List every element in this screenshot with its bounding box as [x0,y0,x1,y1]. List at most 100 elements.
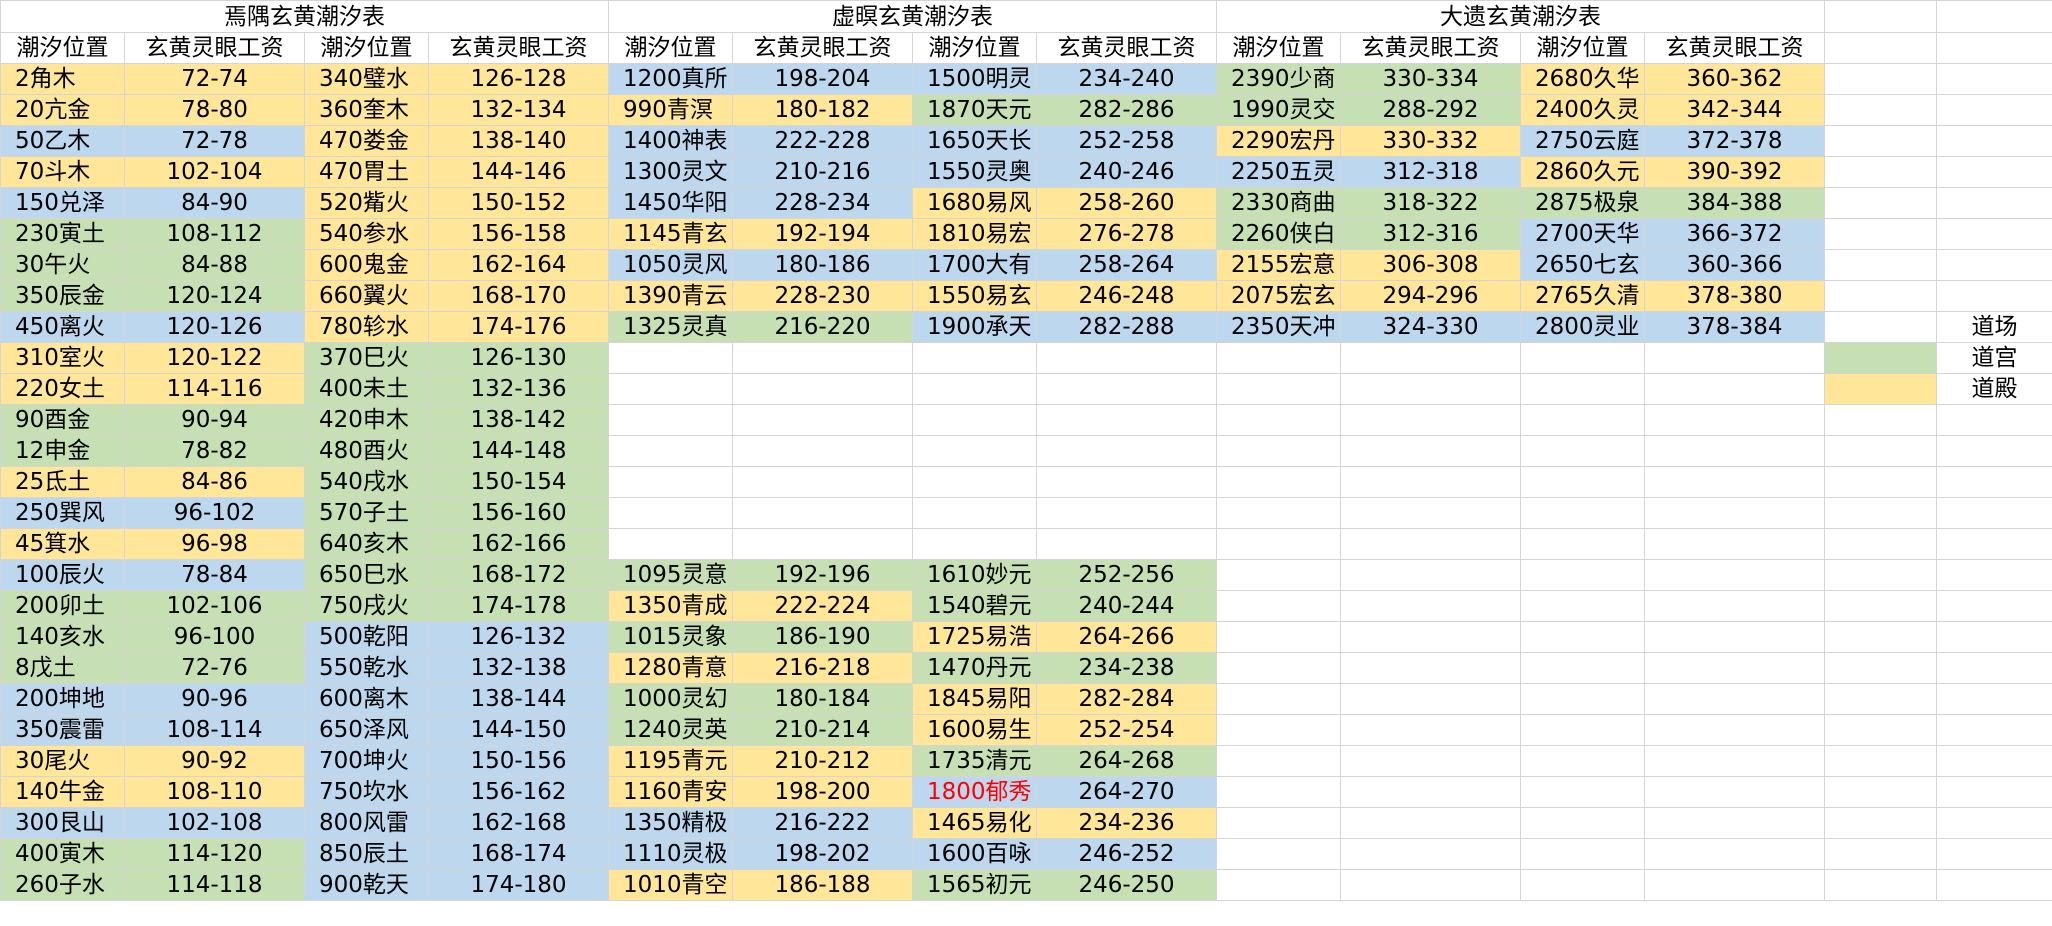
empty-cell[interactable] [1936,683,2052,715]
tide-position-cell[interactable]: 2700天华 [1520,218,1645,250]
empty-cell[interactable] [1824,590,1937,622]
empty-cell[interactable] [1824,869,1937,901]
eye-wage-cell[interactable]: 390-392 [1644,156,1825,188]
eye-wage-cell[interactable]: 84-88 [124,249,305,281]
eye-wage-cell[interactable]: 240-246 [1036,156,1217,188]
eye-wage-cell[interactable]: 210-214 [732,714,913,746]
empty-cell[interactable] [1824,125,1937,157]
tide-position-cell[interactable] [1520,714,1645,746]
tide-position-cell[interactable]: 260子水 [0,869,125,901]
eye-wage-cell[interactable]: 90-94 [124,404,305,436]
header-tide-position[interactable]: 潮汐位置 [1520,32,1645,64]
tide-position-cell[interactable]: 470胃土 [304,156,429,188]
eye-wage-cell[interactable] [1340,404,1521,436]
eye-wage-cell[interactable] [1340,590,1521,622]
empty-cell[interactable] [1936,838,2052,870]
eye-wage-cell[interactable] [1036,373,1217,405]
tide-position-cell[interactable]: 50乙木 [0,125,125,157]
tide-position-cell[interactable]: 1280青意 [608,652,733,684]
tide-position-cell[interactable]: 12申金 [0,435,125,467]
eye-wage-cell[interactable] [1340,466,1521,498]
tide-position-cell[interactable] [1520,497,1645,529]
tide-position-cell[interactable]: 1810易宏 [912,218,1037,250]
tide-position-cell[interactable]: 420申木 [304,404,429,436]
tide-position-cell[interactable] [608,435,733,467]
header-tide-position[interactable]: 潮汐位置 [1216,32,1341,64]
eye-wage-cell[interactable] [1644,559,1825,591]
eye-wage-cell[interactable]: 108-110 [124,776,305,808]
tide-position-cell[interactable] [912,466,1037,498]
tide-position-cell[interactable]: 1870天元 [912,94,1037,126]
eye-wage-cell[interactable]: 132-134 [428,94,609,126]
tide-position-cell[interactable] [1520,838,1645,870]
eye-wage-cell[interactable]: 90-96 [124,683,305,715]
eye-wage-cell[interactable] [1036,528,1217,560]
tide-position-cell[interactable]: 1400神表 [608,125,733,157]
tide-position-cell[interactable]: 370巳火 [304,342,429,374]
header-eye-wage[interactable]: 玄黄灵眼工资 [1644,32,1825,64]
eye-wage-cell[interactable]: 114-118 [124,869,305,901]
tide-position-cell[interactable] [1520,373,1645,405]
eye-wage-cell[interactable]: 138-142 [428,404,609,436]
tide-position-cell[interactable]: 2290宏丹 [1216,125,1341,157]
eye-wage-cell[interactable]: 276-278 [1036,218,1217,250]
tide-position-cell[interactable]: 1015灵象 [608,621,733,653]
tide-position-cell[interactable]: 2650七玄 [1520,249,1645,281]
eye-wage-cell[interactable]: 108-112 [124,218,305,250]
empty-cell[interactable] [1824,0,1937,33]
eye-wage-cell[interactable] [1340,807,1521,839]
tide-position-cell[interactable]: 140亥水 [0,621,125,653]
eye-wage-cell[interactable]: 114-120 [124,838,305,870]
eye-wage-cell[interactable]: 150-154 [428,466,609,498]
eye-wage-cell[interactable] [732,528,913,560]
eye-wage-cell[interactable] [1644,342,1825,374]
tide-position-cell[interactable]: 480酉火 [304,435,429,467]
tide-position-cell[interactable] [1216,466,1341,498]
eye-wage-cell[interactable]: 288-292 [1340,94,1521,126]
tide-position-cell[interactable]: 1650天长 [912,125,1037,157]
tide-position-cell[interactable]: 2400久灵 [1520,94,1645,126]
eye-wage-cell[interactable]: 168-172 [428,559,609,591]
eye-wage-cell[interactable] [1644,466,1825,498]
tide-position-cell[interactable] [1520,404,1645,436]
tide-position-cell[interactable] [1216,528,1341,560]
eye-wage-cell[interactable]: 378-380 [1644,280,1825,312]
eye-wage-cell[interactable]: 246-250 [1036,869,1217,901]
eye-wage-cell[interactable]: 72-74 [124,63,305,95]
header-eye-wage[interactable]: 玄黄灵眼工资 [732,32,913,64]
eye-wage-cell[interactable]: 234-238 [1036,652,1217,684]
eye-wage-cell[interactable] [1036,342,1217,374]
tide-position-cell[interactable]: 1725易浩 [912,621,1037,653]
tide-position-cell[interactable]: 1735清元 [912,745,1037,777]
tide-position-cell[interactable]: 650巳水 [304,559,429,591]
empty-cell[interactable] [1824,776,1937,808]
eye-wage-cell[interactable]: 216-218 [732,652,913,684]
eye-wage-cell[interactable] [1340,373,1521,405]
eye-wage-cell[interactable]: 108-114 [124,714,305,746]
table-title-dayi[interactable]: 大遗玄黄潮汐表 [1216,0,1825,33]
eye-wage-cell[interactable] [1644,776,1825,808]
eye-wage-cell[interactable] [1340,683,1521,715]
tide-position-cell[interactable] [1216,497,1341,529]
tide-position-cell[interactable]: 90酉金 [0,404,125,436]
eye-wage-cell[interactable]: 360-366 [1644,249,1825,281]
tide-position-cell[interactable]: 2680久华 [1520,63,1645,95]
eye-wage-cell[interactable]: 198-202 [732,838,913,870]
tide-position-cell[interactable]: 140牛金 [0,776,125,808]
tide-position-cell[interactable] [912,342,1037,374]
eye-wage-cell[interactable]: 102-104 [124,156,305,188]
eye-wage-cell[interactable]: 174-176 [428,311,609,343]
empty-cell[interactable] [1936,63,2052,95]
tide-position-cell[interactable] [912,404,1037,436]
tide-position-cell[interactable] [1520,466,1645,498]
eye-wage-cell[interactable]: 240-244 [1036,590,1217,622]
eye-wage-cell[interactable] [1340,714,1521,746]
tide-position-cell[interactable] [1520,683,1645,715]
eye-wage-cell[interactable]: 168-170 [428,280,609,312]
eye-wage-cell[interactable] [732,373,913,405]
legend-label[interactable]: 道殿 [1936,373,2052,405]
tide-position-cell[interactable]: 400寅木 [0,838,125,870]
tide-position-cell[interactable]: 2390少商 [1216,63,1341,95]
empty-cell[interactable] [1936,0,2052,33]
tide-position-cell[interactable] [1216,590,1341,622]
